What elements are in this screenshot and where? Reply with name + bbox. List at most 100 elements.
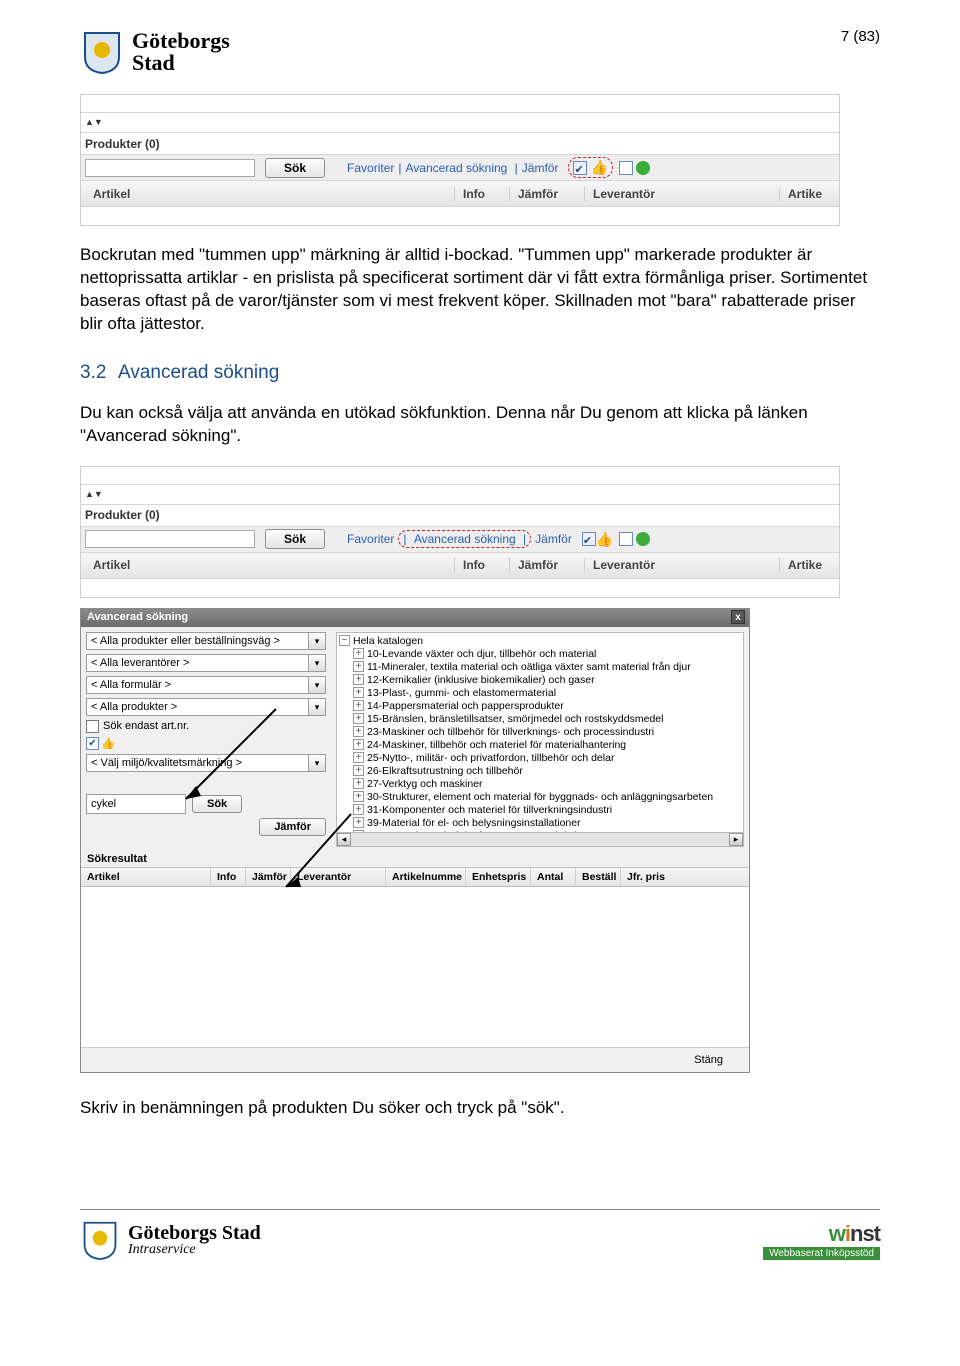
rescol-antal[interactable]: Antal (531, 868, 576, 886)
rescol-artnr[interactable]: Artikelnumme (386, 868, 466, 886)
results-body (81, 887, 749, 1047)
tree-item[interactable]: +27-Verktyg och maskiner (353, 778, 741, 791)
favorites-link[interactable]: Favoriter (343, 532, 398, 546)
expand-icon[interactable]: + (353, 752, 364, 763)
header-logo: Göteborgs Stad (80, 30, 880, 74)
tree-item[interactable]: +11-Mineraler, textila material och oätl… (353, 661, 741, 674)
brand-line1: Göteborgs (132, 30, 230, 52)
paragraph-1: Bockrutan med "tummen upp" märkning är a… (80, 244, 880, 336)
brand-line2: Stad (132, 52, 230, 74)
highlighted-checkbox-area: ✔ 👍 (568, 157, 613, 178)
screenshot-toolbar-2: ▲▼ Produkter (0) Sök Favoriter | Avancer… (80, 466, 840, 598)
scrollbar-horizontal[interactable]: ◂ ▸ (337, 832, 743, 846)
expand-icon[interactable]: + (353, 778, 364, 789)
sort-icon: ▲▼ (85, 118, 103, 127)
paragraph-2: Du kan också välja att använda en utökad… (80, 402, 880, 448)
tree-item[interactable]: +30-Strukturer, element och material för… (353, 791, 741, 804)
annotation-arrow-icon (171, 704, 291, 814)
modal-close-button[interactable]: Stäng (674, 1051, 743, 1069)
tree-item[interactable]: +24-Maskiner, tillbehör och materiel för… (353, 739, 741, 752)
dropdown-icon[interactable]: ▾ (309, 676, 326, 694)
tree-item[interactable]: +26-Elkraftsutrustning och tillbehör (353, 765, 741, 778)
search-input[interactable] (85, 159, 255, 177)
expand-icon[interactable]: + (353, 791, 364, 802)
expand-icon[interactable]: + (353, 648, 364, 659)
green-checkbox[interactable] (619, 161, 633, 175)
expand-icon[interactable]: + (353, 726, 364, 737)
col-info[interactable]: Info (455, 558, 510, 572)
scroll-right-icon[interactable]: ▸ (729, 833, 743, 846)
tree-item[interactable]: +10-Levande växter och djur, tillbehör o… (353, 648, 741, 661)
rescol-bestall[interactable]: Beställ (576, 868, 621, 886)
products-count: Produkter (0) (85, 137, 160, 151)
favorites-link[interactable]: Favoriter (343, 161, 398, 175)
col-jamfor[interactable]: Jämför (510, 187, 585, 201)
modal-title: Avancerad sökning (87, 611, 188, 623)
results-header: Artikel Info Jämför Leverantör Artikelnu… (81, 867, 749, 887)
section-heading: 3.2Avancerad sökning (80, 362, 880, 384)
expand-icon[interactable]: + (353, 765, 364, 776)
rescol-info[interactable]: Info (211, 868, 246, 886)
winst-subtitle: Webbaserat Inköpsstöd (763, 1247, 880, 1260)
col-jamfor[interactable]: Jämför (510, 558, 585, 572)
compare-link[interactable]: Jämför (531, 532, 576, 546)
tree-item[interactable]: +23-Maskiner och tillbehör för tillverkn… (353, 726, 741, 739)
expand-icon[interactable]: + (353, 713, 364, 724)
tree-item[interactable]: +13-Plast-, gummi- och elastomermaterial (353, 687, 741, 700)
screenshot-advanced-search-modal: Avancerad sökning x ▾ ▾ ▾ ▾ Sök endast a… (80, 608, 750, 1073)
paragraph-3: Skriv in benämningen på produkten Du sök… (80, 1097, 880, 1120)
col-artikel[interactable]: Artikel (85, 558, 455, 572)
collapse-icon[interactable]: − (339, 635, 350, 646)
filter-form[interactable] (86, 676, 309, 694)
filter-product-path[interactable] (86, 632, 309, 650)
products-count: Produkter (0) (85, 508, 160, 522)
tree-item[interactable]: +39-Material för el- och belysningsinsta… (353, 817, 741, 830)
col-leverantor[interactable]: Leverantör (585, 187, 780, 201)
screenshot-toolbar-1: ▲▼ Produkter (0) Sök Favoriter | Avancer… (80, 94, 840, 226)
expand-icon[interactable]: + (353, 687, 364, 698)
search-button[interactable]: Sök (265, 529, 325, 549)
col-info[interactable]: Info (455, 187, 510, 201)
expand-icon[interactable]: + (353, 661, 364, 672)
tree-item[interactable]: +25-Nytto-, militär- och privatfordon, t… (353, 752, 741, 765)
green-dot-icon (636, 532, 650, 546)
tree-item[interactable]: +12-Kemikalier (inklusive biokemikalier)… (353, 674, 741, 687)
tree-item[interactable]: +14-Pappersmaterial och pappersprodukter (353, 700, 741, 713)
dropdown-icon[interactable]: ▾ (309, 654, 326, 672)
rescol-jfrpris[interactable]: Jfr. pris (621, 868, 749, 886)
thumbs-up-icon: 👍 (591, 159, 608, 175)
dropdown-icon[interactable]: ▾ (309, 632, 326, 650)
tree-item[interactable]: +15-Bränslen, bränsletillsatser, smörjme… (353, 713, 741, 726)
expand-icon[interactable]: + (353, 700, 364, 711)
col-artikel[interactable]: Artikel (85, 187, 455, 201)
filter-supplier[interactable] (86, 654, 309, 672)
search-input[interactable] (85, 530, 255, 548)
crest-icon (80, 30, 124, 74)
thumbs-up-icon: 👍 (101, 737, 115, 750)
green-checkbox[interactable] (619, 532, 633, 546)
thumbs-up-checkbox[interactable]: ✔ (573, 161, 587, 175)
only-artnr-checkbox[interactable] (86, 720, 99, 733)
advanced-search-link[interactable]: Avancerad sökning (401, 161, 511, 175)
page-number: 7 (83) (841, 28, 880, 45)
col-artike[interactable]: Artike (780, 187, 835, 201)
dropdown-icon[interactable]: ▾ (309, 698, 326, 716)
expand-icon[interactable]: + (353, 739, 364, 750)
thumbs-up-checkbox[interactable]: ✔ (86, 737, 99, 750)
rescol-artikel[interactable]: Artikel (81, 868, 211, 886)
dropdown-icon[interactable]: ▾ (309, 754, 326, 772)
advanced-search-link[interactable]: Avancerad sökning (410, 532, 520, 546)
category-tree[interactable]: −Hela katalogen +10-Levande växter och d… (336, 632, 744, 847)
compare-link[interactable]: Jämför (518, 161, 563, 175)
sort-icon: ▲▼ (85, 490, 103, 499)
col-leverantor[interactable]: Leverantör (585, 558, 780, 572)
rescol-pris[interactable]: Enhetspris (466, 868, 531, 886)
col-artike[interactable]: Artike (780, 558, 835, 572)
expand-icon[interactable]: + (353, 674, 364, 685)
search-button[interactable]: Sök (265, 158, 325, 178)
thumbs-up-checkbox[interactable]: ✔ (582, 532, 596, 546)
tree-item[interactable]: +31-Komponenter och materiel för tillver… (353, 804, 741, 817)
page-footer: Göteborgs Stad Intraservice winst Webbas… (80, 1209, 880, 1260)
footer-brand2: Intraservice (128, 1243, 261, 1257)
close-icon[interactable]: x (731, 610, 745, 624)
